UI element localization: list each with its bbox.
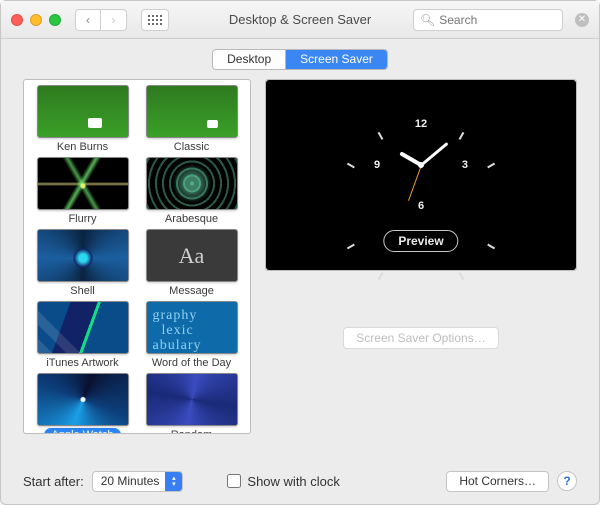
grid-icon <box>148 15 162 25</box>
tab-desktop[interactable]: Desktop <box>213 50 285 69</box>
clock-center <box>418 162 424 168</box>
screensaver-label: iTunes Artwork <box>38 356 126 370</box>
search-icon: 🔍︎ <box>420 13 435 27</box>
screensaver-item[interactable]: Word of the Day <box>139 300 244 372</box>
show-all-button[interactable] <box>141 9 169 31</box>
screensaver-item[interactable]: iTunes Artwork <box>30 300 135 372</box>
screensaver-thumb-word <box>146 301 238 354</box>
screensaver-label: Shell <box>62 284 102 298</box>
clock-num-12: 12 <box>415 118 427 130</box>
preview-box: 12 3 6 9 Preview <box>265 79 577 271</box>
stepper-icon: ▴▾ <box>165 472 182 491</box>
screensaver-item[interactable]: Apple Watch <box>30 372 135 434</box>
forward-button[interactable]: › <box>101 9 127 31</box>
watch-face-icon: 12 3 6 9 <box>376 120 466 210</box>
tab-row: Desktop Screen Saver <box>1 39 599 79</box>
screensaver-thumb-random <box>146 373 238 426</box>
screensaver-thumb-flurry <box>37 157 129 210</box>
screensaver-item[interactable]: Shell <box>30 228 135 300</box>
back-button[interactable]: ‹ <box>75 9 101 31</box>
screensaver-item[interactable]: Random <box>139 372 244 434</box>
hot-corners-button[interactable]: Hot Corners… <box>446 471 549 492</box>
chevron-right-icon: › <box>112 13 116 27</box>
show-with-clock-checkbox[interactable]: Show with clock <box>227 474 339 489</box>
screensaver-label: Flurry <box>60 212 104 226</box>
start-after-label: Start after: <box>23 474 84 489</box>
minimize-window-button[interactable] <box>30 14 42 26</box>
screensaver-label: Ken Burns <box>49 140 116 154</box>
screensaver-label: Word of the Day <box>144 356 239 370</box>
nav-buttons: ‹ › <box>75 9 127 31</box>
help-button[interactable]: ? <box>557 471 577 491</box>
bottom-bar: Start after: 20 Minutes ▴▾ Show with clo… <box>1 458 599 504</box>
screensaver-item[interactable]: Arabesque <box>139 156 244 228</box>
screensaver-label: Message <box>161 284 222 298</box>
screen-saver-options-button[interactable]: Screen Saver Options… <box>343 327 498 349</box>
screensaver-thumb-applewatch <box>37 373 129 426</box>
start-after-value: 20 Minutes <box>101 474 160 488</box>
chevron-left-icon: ‹ <box>86 13 90 27</box>
screensaver-thumb-arabesque <box>146 157 238 210</box>
segmented-control: Desktop Screen Saver <box>212 49 388 70</box>
preview-inner[interactable]: 12 3 6 9 Preview <box>266 80 576 270</box>
zoom-window-button[interactable] <box>49 14 61 26</box>
screensaver-thumb-shell <box>37 229 129 282</box>
screensaver-thumb-itunes <box>37 301 129 354</box>
content-area: Ken Burns Classic Flurry Arabesque Shell Mess… <box>1 79 599 458</box>
screensaver-grid[interactable]: Ken Burns Classic Flurry Arabesque Shell Mess… <box>23 79 251 434</box>
clock-num-6: 6 <box>418 200 424 212</box>
prefs-window: ‹ › Desktop & Screen Saver 🔍︎ ✕ Desktop … <box>0 0 600 505</box>
screensaver-item[interactable]: Flurry <box>30 156 135 228</box>
screensaver-label: Classic <box>166 140 217 154</box>
screensaver-label: Apple Watch <box>44 428 122 434</box>
tab-screen-saver[interactable]: Screen Saver <box>285 50 387 69</box>
screensaver-thumb-message <box>146 229 238 282</box>
second-hand <box>408 165 422 201</box>
close-window-button[interactable] <box>11 14 23 26</box>
right-pane: 12 3 6 9 Preview Screen Saver Options… <box>265 79 577 458</box>
start-after-select[interactable]: 20 Minutes ▴▾ <box>92 471 184 492</box>
screensaver-label: Arabesque <box>157 212 226 226</box>
minute-hand <box>420 142 448 166</box>
screensaver-thumb-classic <box>146 85 238 138</box>
titlebar: ‹ › Desktop & Screen Saver 🔍︎ ✕ <box>1 1 599 39</box>
clear-search-button[interactable]: ✕ <box>575 13 589 27</box>
screensaver-item[interactable]: Classic <box>139 84 244 156</box>
show-with-clock-input[interactable] <box>227 474 241 488</box>
screensaver-label: Random <box>163 428 221 434</box>
screensaver-item[interactable]: Message <box>139 228 244 300</box>
preview-button[interactable]: Preview <box>383 230 458 252</box>
search-input[interactable] <box>439 13 594 27</box>
screensaver-thumb-kenburns <box>37 85 129 138</box>
clock-num-3: 3 <box>462 159 468 171</box>
show-with-clock-label: Show with clock <box>247 474 339 489</box>
window-title: Desktop & Screen Saver <box>229 12 371 27</box>
traffic-lights <box>11 14 61 26</box>
screensaver-item[interactable]: Ken Burns <box>30 84 135 156</box>
clock-num-9: 9 <box>374 159 380 171</box>
search-field-wrap[interactable]: 🔍︎ <box>413 9 563 31</box>
